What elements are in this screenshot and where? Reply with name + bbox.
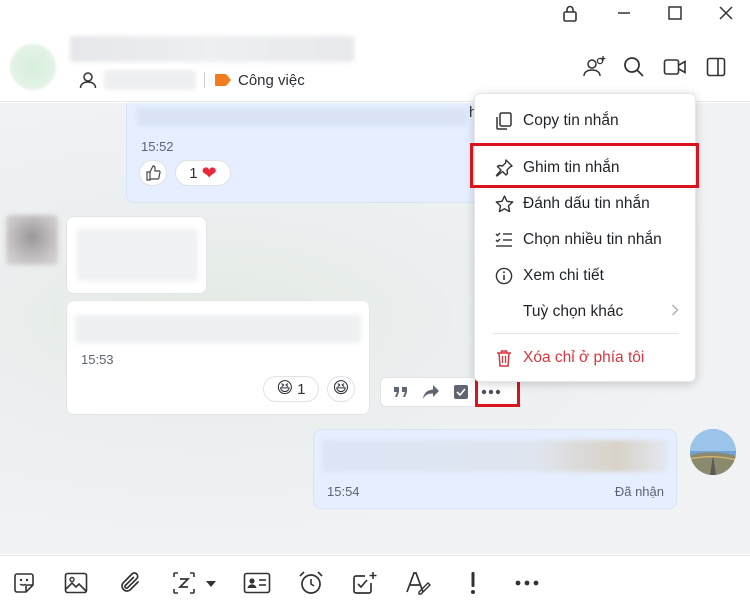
reaction-chip-laugh[interactable]: 😆 1 <box>263 376 319 402</box>
message-time: 15:54 <box>327 484 360 499</box>
image-icon <box>64 572 88 594</box>
minimize-icon <box>618 12 630 14</box>
lock-button[interactable] <box>546 0 594 26</box>
message-time: 15:52 <box>141 139 174 154</box>
message-text-redacted <box>77 229 198 281</box>
minimize-button[interactable] <box>600 0 648 26</box>
menu-item-more-options[interactable]: Tuỳ chọn khác <box>475 294 697 330</box>
message-context-menu: Copy tin nhắn Ghim tin nhắn Đánh dấu tin… <box>474 93 696 382</box>
maximize-button[interactable] <box>651 0 699 26</box>
text-format-icon <box>406 572 431 595</box>
contact-card-button[interactable] <box>242 568 272 598</box>
video-call-icon <box>663 59 686 75</box>
video-call-button[interactable] <box>660 52 690 82</box>
header-divider <box>204 72 205 88</box>
menu-item-copy[interactable]: Copy tin nhắn <box>475 103 697 139</box>
task-button[interactable] <box>350 568 380 598</box>
sidebar-toggle-button[interactable] <box>701 52 731 82</box>
star-icon <box>494 194 514 214</box>
sticker-button[interactable] <box>9 568 39 598</box>
add-reaction-button[interactable]: 😆 <box>327 376 355 402</box>
sticker-icon <box>14 573 34 593</box>
message-bubble[interactable]: h 15:52 1 ❤ <box>126 103 496 203</box>
trash-icon <box>494 348 514 368</box>
more-tools-button[interactable] <box>512 568 542 598</box>
conversation-name-redacted <box>70 36 354 62</box>
maximize-icon <box>668 6 682 20</box>
lock-icon <box>563 5 577 22</box>
member-count-redacted <box>104 70 196 90</box>
menu-item-label: Copy tin nhắn <box>523 112 619 129</box>
screenshot-button[interactable] <box>170 568 220 598</box>
menu-item-delete-for-me[interactable]: Xóa chỉ ở phía tôi <box>475 340 697 376</box>
message-bubble[interactable] <box>66 216 207 294</box>
add-member-icon <box>583 56 606 77</box>
forward-icon <box>423 385 439 399</box>
member-icon[interactable] <box>78 70 98 90</box>
laughing-emoji-icon: 😆 <box>276 380 294 397</box>
sidebar-toggle-icon <box>706 57 726 77</box>
forward-button[interactable] <box>417 379 445 405</box>
menu-item-label: Xem chi tiết <box>523 267 604 284</box>
close-window-button[interactable] <box>702 0 750 26</box>
reaction-count: 1 <box>297 380 306 398</box>
exclamation-icon <box>471 572 475 594</box>
image-button[interactable] <box>61 568 91 598</box>
landscape-avatar-image <box>690 429 736 475</box>
message-text-redacted <box>137 108 467 126</box>
attach-file-button[interactable] <box>116 568 146 598</box>
urgent-message-button[interactable] <box>458 568 488 598</box>
chevron-right-icon <box>671 303 679 321</box>
alarm-clock-icon <box>299 571 323 594</box>
menu-item-label: Chọn nhiều tin nhắn <box>523 231 662 248</box>
thumbs-up-icon <box>146 165 161 181</box>
reply-button[interactable] <box>387 379 415 405</box>
conversation-tag-label[interactable]: Công việc <box>238 72 305 89</box>
menu-item-details[interactable]: Xem chi tiết <box>475 258 697 294</box>
task-check-icon <box>353 572 377 594</box>
sender-avatar[interactable] <box>6 215 58 265</box>
info-icon <box>494 266 514 286</box>
reaction-chip-like[interactable] <box>139 160 167 186</box>
format-text-button[interactable] <box>403 568 433 598</box>
menu-item-mark[interactable]: Đánh dấu tin nhắn <box>475 186 697 222</box>
heart-icon: ❤ <box>201 163 217 183</box>
search-button[interactable] <box>619 52 649 82</box>
title-bar <box>0 0 750 26</box>
copy-icon <box>494 111 514 131</box>
conversation-header: Công việc <box>0 26 750 102</box>
group-avatar[interactable] <box>10 44 56 90</box>
reminder-button[interactable] <box>296 568 326 598</box>
menu-item-label: Xóa chỉ ở phía tôi <box>523 349 645 366</box>
highlight-box-pin <box>470 143 699 188</box>
message-text-redacted <box>75 315 361 343</box>
contact-card-icon <box>243 572 271 594</box>
screenshot-icon <box>173 572 216 594</box>
message-status: Đã nhận <box>614 484 664 499</box>
select-message-button[interactable] <box>447 379 475 405</box>
message-bubble[interactable]: 15:54 Đã nhận <box>313 429 677 509</box>
reaction-chip-heart[interactable]: 1 ❤ <box>175 160 231 186</box>
menu-item-label: Đánh dấu tin nhắn <box>523 195 650 212</box>
my-avatar[interactable] <box>690 429 736 475</box>
close-icon <box>719 6 733 20</box>
checkbox-icon <box>454 385 468 399</box>
quote-icon <box>394 387 407 397</box>
menu-divider <box>493 333 679 334</box>
search-icon <box>624 57 644 77</box>
paperclip-icon <box>121 572 139 592</box>
message-time: 15:53 <box>81 352 114 367</box>
tag-icon[interactable] <box>214 73 232 87</box>
message-text-redacted <box>322 440 668 472</box>
composer-toolbar <box>0 555 750 613</box>
menu-item-label: Tuỳ chọn khác <box>523 303 624 320</box>
message-bubble[interactable]: 15:53 😆 1 😆 <box>66 300 370 415</box>
checklist-icon <box>494 230 514 250</box>
laughing-emoji-icon: 😆 <box>332 380 350 397</box>
add-member-button[interactable] <box>580 52 610 82</box>
menu-item-multi-select[interactable]: Chọn nhiều tin nhắn <box>475 222 697 258</box>
more-horizontal-icon <box>515 580 539 586</box>
reaction-count: 1 <box>189 164 198 182</box>
